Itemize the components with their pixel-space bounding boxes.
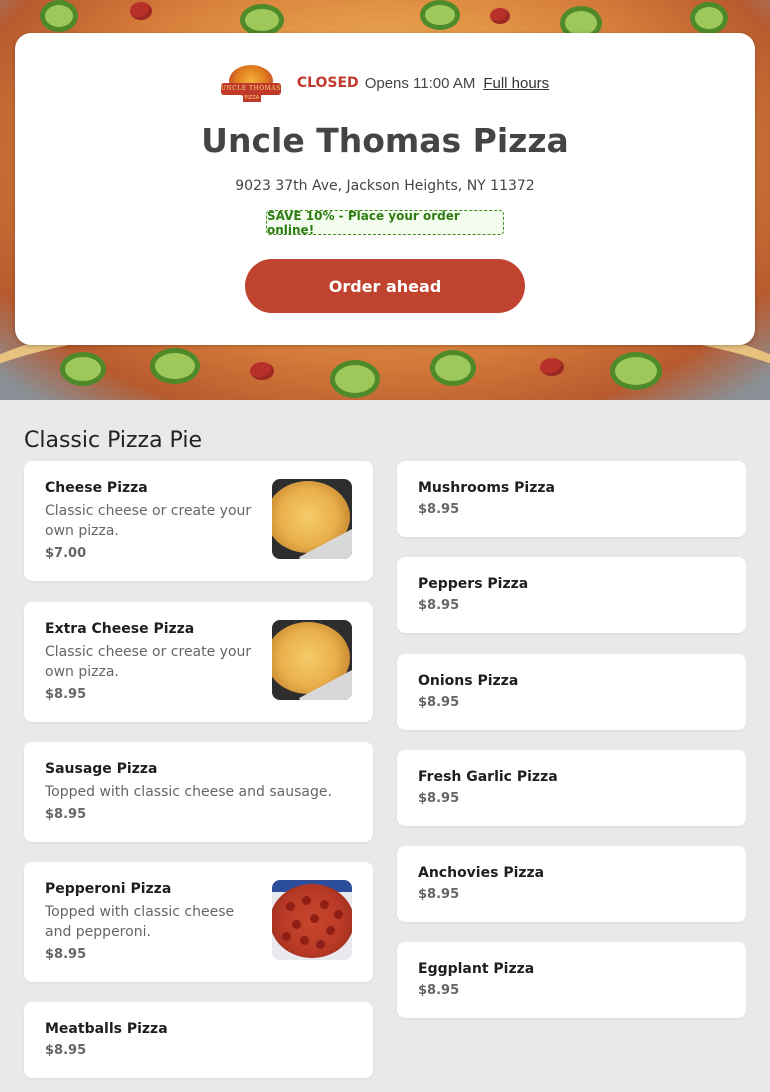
hero-jalapeno — [240, 4, 284, 36]
hero-sauce-spot — [490, 8, 510, 24]
pepperoni-pizza-photo — [272, 880, 352, 960]
menu-item-anchovies-pizza[interactable]: Anchovies Pizza $8.95 — [397, 846, 746, 922]
opening-time: Opens 11:00 AM — [364, 74, 476, 92]
hero-jalapeno — [330, 360, 380, 398]
menu-item-price: $7.00 — [45, 546, 87, 561]
hero-jalapeno — [430, 350, 476, 386]
promo-text: SAVE 10% - Place your order online! — [267, 208, 460, 237]
menu-item-eggplant-pizza[interactable]: Eggplant Pizza $8.95 — [397, 942, 746, 1018]
hero-jalapeno — [420, 0, 460, 30]
status-row: UNCLE THOMAS PIZZA CLOSED Opens 11:00 AM… — [15, 63, 755, 103]
menu-item-name: Fresh Garlic Pizza — [418, 769, 558, 785]
status-badge: CLOSED — [296, 75, 359, 91]
menu-item-price: $8.95 — [418, 983, 460, 998]
menu-item-price: $8.95 — [418, 598, 460, 613]
menu-item-description: Classic cheese or create your own pizza. — [45, 503, 252, 539]
restaurant-address: 9023 37th Ave, Jackson Heights, NY 11372 — [235, 178, 535, 194]
menu-item-name: Onions Pizza — [418, 673, 519, 689]
menu-item-extra-cheese-pizza[interactable]: Extra Cheese Pizza Classic cheese or cre… — [24, 602, 373, 722]
menu-item-sausage-pizza[interactable]: Sausage Pizza Topped with classic cheese… — [24, 742, 373, 842]
hero-jalapeno — [150, 348, 200, 384]
menu-item-description: Topped with classic cheese and pepperoni… — [45, 904, 235, 940]
menu-item-price: $8.95 — [418, 791, 460, 806]
restaurant-name: Uncle Thomas Pizza — [201, 121, 569, 160]
menu-item-price: $8.95 — [418, 502, 460, 517]
menu-item-peppers-pizza[interactable]: Peppers Pizza $8.95 — [397, 557, 746, 633]
menu-item-name: Meatballs Pizza — [45, 1021, 168, 1037]
logo-ribbon: UNCLE THOMAS — [220, 83, 281, 95]
hero-sauce-spot — [250, 362, 274, 380]
menu-item-price: $8.95 — [418, 695, 460, 710]
cheese-pizza-photo — [272, 620, 352, 700]
menu-item-pepperoni-pizza[interactable]: Pepperoni Pizza Topped with classic chee… — [24, 862, 373, 982]
menu-item-price: $8.95 — [45, 1043, 87, 1058]
menu-item-cheese-pizza[interactable]: Cheese Pizza Classic cheese or create yo… — [24, 461, 373, 581]
hero-jalapeno — [40, 0, 78, 32]
menu-item-price: $8.95 — [45, 807, 87, 822]
logo-subtext: PIZZA — [242, 95, 261, 102]
menu-item-price: $8.95 — [418, 887, 460, 902]
menu-item-name: Anchovies Pizza — [418, 865, 545, 881]
menu-item-name: Sausage Pizza — [45, 761, 158, 777]
menu-item-name: Eggplant Pizza — [418, 961, 535, 977]
menu-item-name: Cheese Pizza — [45, 480, 148, 496]
hero-jalapeno — [60, 352, 106, 386]
menu-item-name: Extra Cheese Pizza — [45, 621, 195, 637]
menu-item-name: Peppers Pizza — [418, 576, 529, 592]
menu-item-description: Topped with classic cheese and sausage. — [45, 784, 332, 800]
hero-sauce-spot — [540, 358, 564, 376]
menu-item-name: Pepperoni Pizza — [45, 881, 172, 897]
menu-item-meatballs-pizza[interactable]: Meatballs Pizza $8.95 — [24, 1002, 373, 1078]
hero-jalapeno — [610, 352, 662, 390]
menu-item-fresh-garlic-pizza[interactable]: Fresh Garlic Pizza $8.95 — [397, 750, 746, 826]
hero-sauce-spot — [130, 2, 152, 20]
hero-jalapeno — [690, 2, 728, 34]
promo-banner: SAVE 10% - Place your order online! — [266, 208, 504, 237]
menu-section-title: Classic Pizza Pie — [24, 428, 202, 453]
full-hours-link[interactable]: Full hours — [483, 75, 549, 92]
order-ahead-button[interactable]: Order ahead — [245, 259, 525, 313]
restaurant-logo: UNCLE THOMAS PIZZA — [220, 63, 281, 103]
restaurant-info-card: UNCLE THOMAS PIZZA CLOSED Opens 11:00 AM… — [15, 33, 755, 345]
menu-item-onions-pizza[interactable]: Onions Pizza $8.95 — [397, 654, 746, 730]
menu-item-mushrooms-pizza[interactable]: Mushrooms Pizza $8.95 — [397, 461, 746, 537]
menu-item-description: Classic cheese or create your own pizza. — [45, 644, 252, 680]
menu-item-name: Mushrooms Pizza — [418, 480, 555, 496]
menu-item-price: $8.95 — [45, 687, 87, 702]
cheese-pizza-photo — [272, 479, 352, 559]
menu-item-price: $8.95 — [45, 947, 87, 962]
